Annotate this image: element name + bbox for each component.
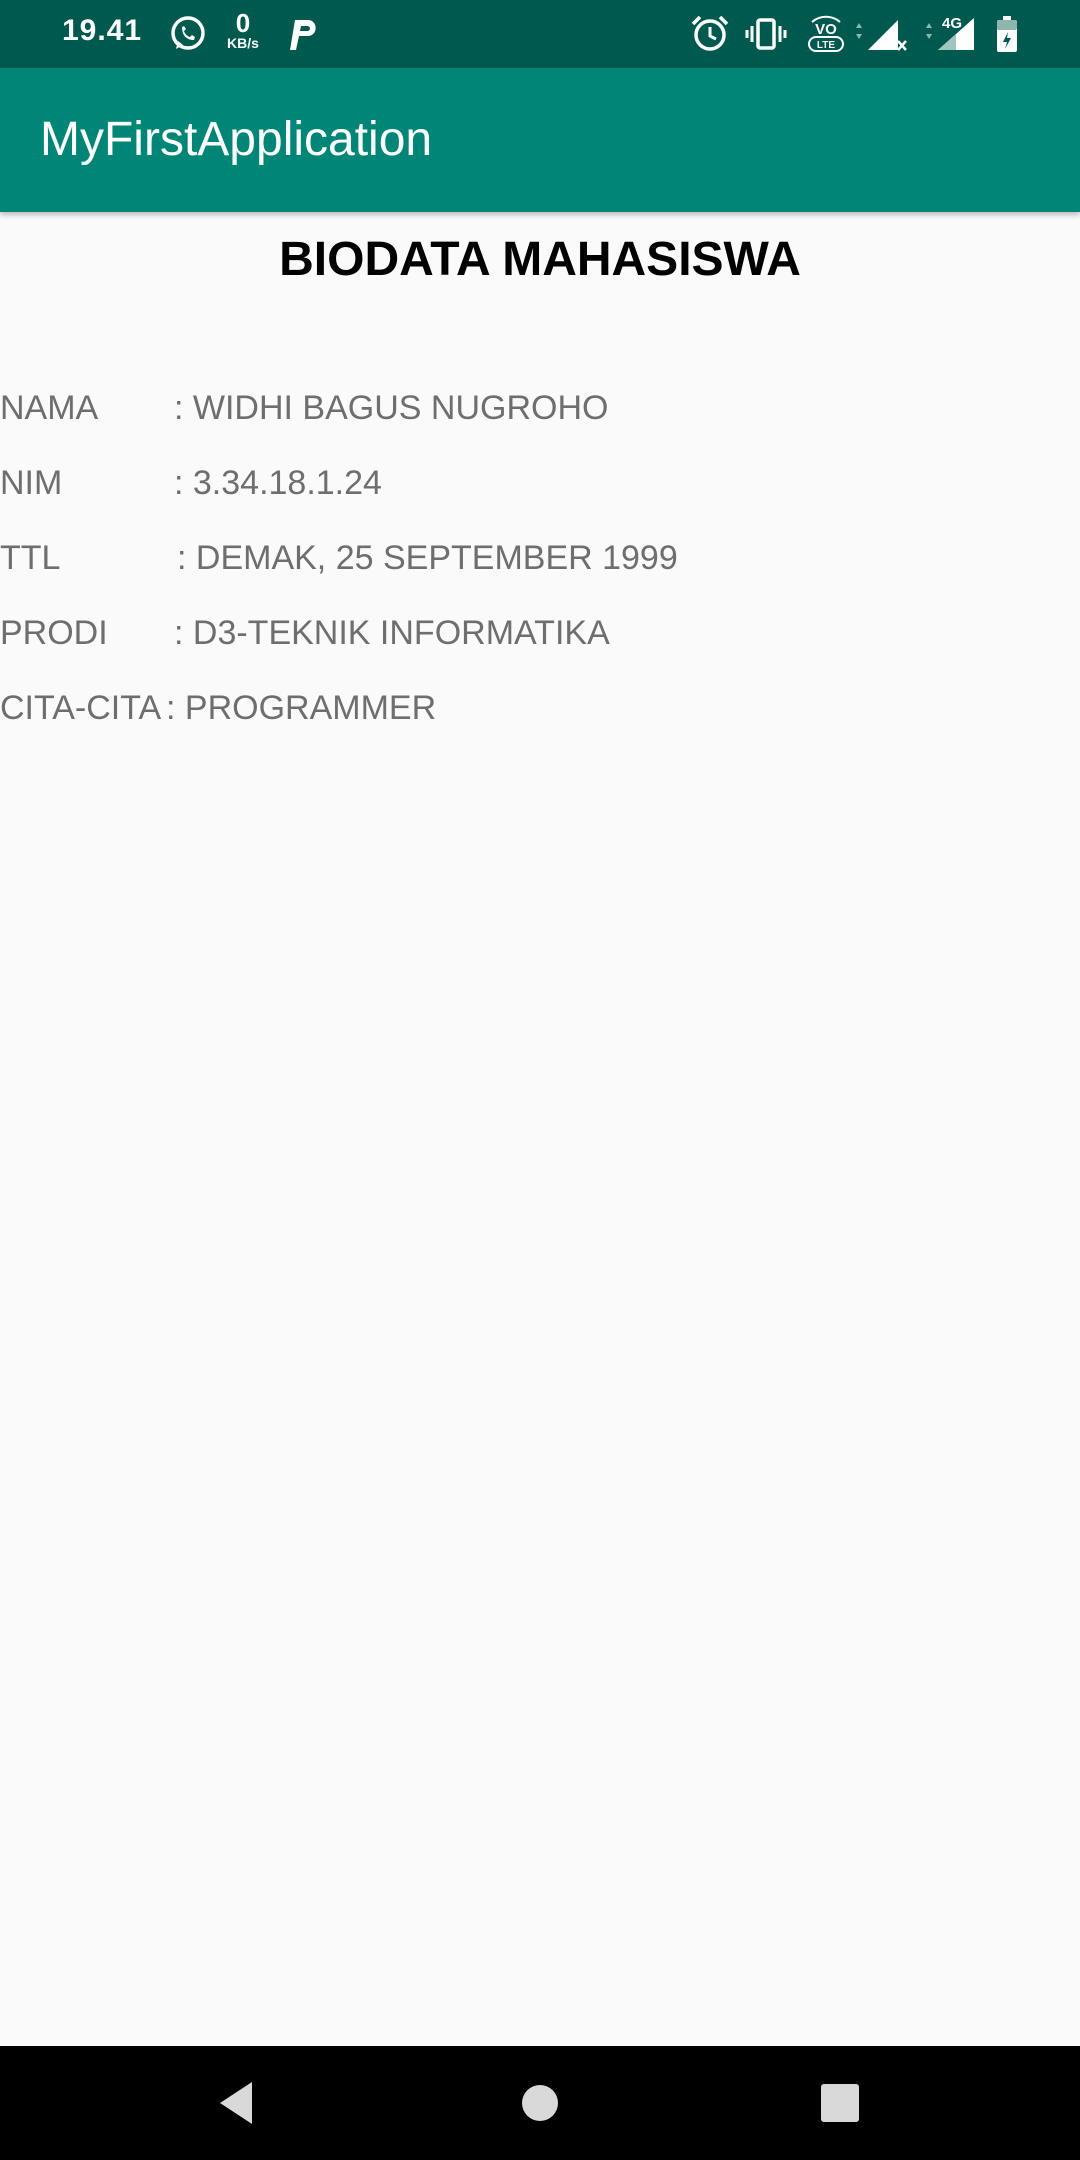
bio-label: CITA-CITA bbox=[0, 689, 162, 727]
bio-value: : DEMAK, 25 SEPTEMBER 1999 bbox=[177, 539, 678, 577]
bio-label: NIM bbox=[0, 464, 63, 502]
bio-label: TTL bbox=[0, 539, 61, 577]
whatsapp-icon bbox=[171, 16, 205, 50]
svg-text:LTE: LTE bbox=[817, 40, 835, 51]
bio-label: PRODI bbox=[0, 614, 108, 652]
signal-4g-icon: 4G bbox=[926, 15, 974, 50]
parking-app-icon bbox=[290, 20, 316, 50]
back-icon[interactable] bbox=[210, 2076, 264, 2130]
network-type-label: 4G bbox=[942, 15, 962, 32]
bio-label: NAMA bbox=[0, 389, 99, 427]
network-speed-unit: KB/s bbox=[227, 35, 259, 51]
network-speed: 0 KB/s bbox=[220, 10, 266, 50]
network-speed-value: 0 bbox=[235, 8, 251, 38]
navigation-bar bbox=[0, 2046, 1080, 2160]
alarm-icon bbox=[691, 15, 729, 51]
signal-icon bbox=[856, 20, 907, 51]
recents-icon[interactable] bbox=[813, 2076, 867, 2130]
svg-text:VO: VO bbox=[815, 21, 837, 38]
app-bar: MyFirstApplication bbox=[0, 68, 1080, 212]
battery-icon bbox=[997, 16, 1017, 52]
app-title: MyFirstApplication bbox=[40, 113, 433, 166]
bio-value: : WIDHI BAGUS NUGROHO bbox=[174, 389, 609, 427]
volte-icon: VO LTE bbox=[808, 15, 844, 52]
page-heading: BIODATA MAHASISWA bbox=[279, 233, 801, 286]
bio-value: : D3-TEKNIK INFORMATIKA bbox=[174, 614, 610, 652]
vibrate-icon bbox=[745, 18, 787, 50]
status-time: 19.41 bbox=[62, 14, 143, 47]
bio-value: : PROGRAMMER bbox=[166, 689, 437, 727]
bio-value: : 3.34.18.1.24 bbox=[174, 464, 382, 502]
home-icon[interactable] bbox=[513, 2076, 567, 2130]
status-bar: 19.41 0 KB/s VO LTE 4G bbox=[0, 0, 1080, 68]
